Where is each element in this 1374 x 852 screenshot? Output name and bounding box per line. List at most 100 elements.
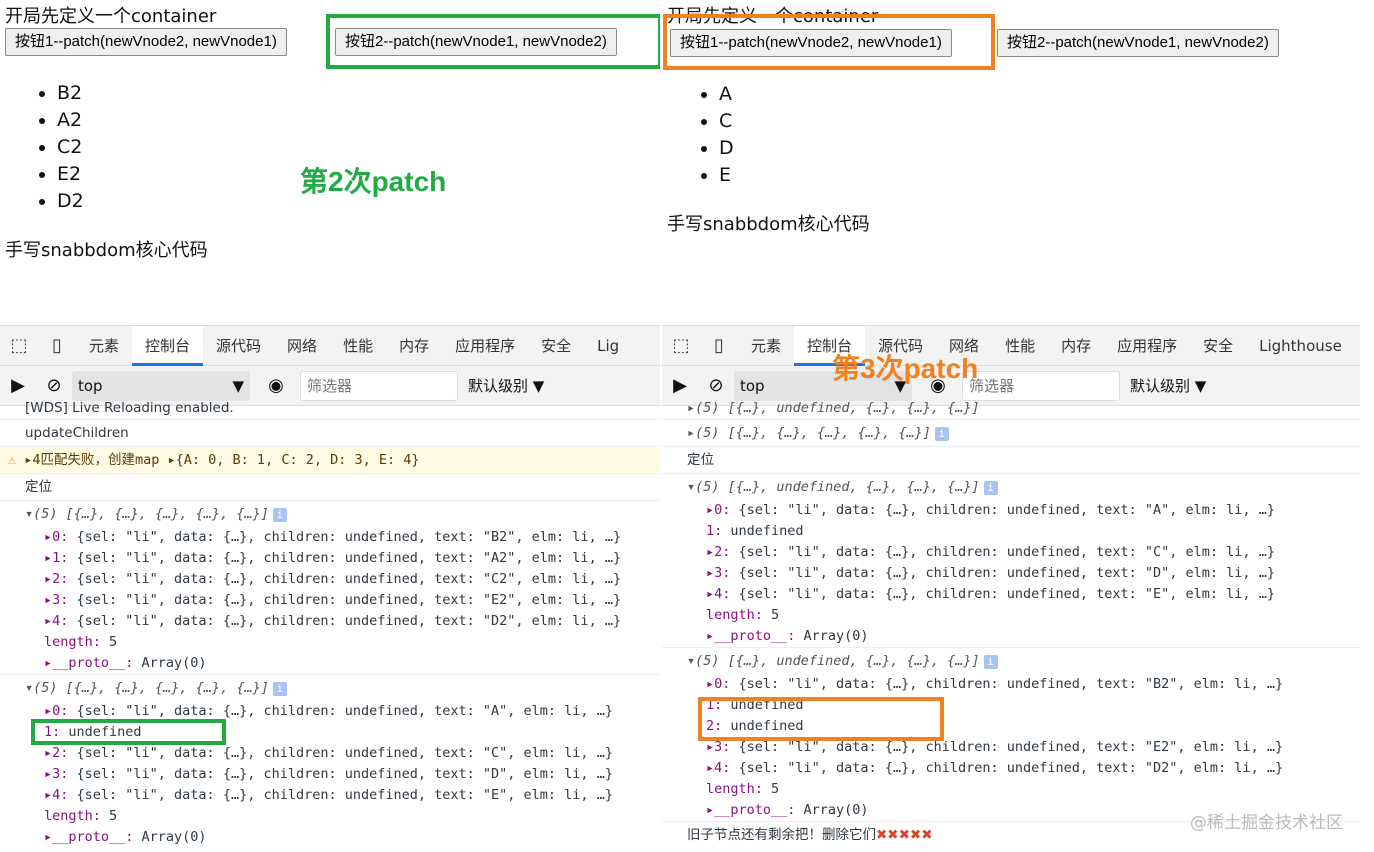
console-text: {sel: "li", data: {…}, children: undefin…: [68, 529, 622, 545]
console-row: length: 5: [662, 779, 1360, 800]
log-level-label: 默认级别: [1130, 377, 1191, 395]
console-row[interactable]: ▸3: {sel: "li", data: {…}, children: und…: [0, 764, 660, 785]
console-key: length:: [44, 634, 101, 650]
tab-0[interactable]: 元素: [76, 326, 132, 366]
info-icon: i: [983, 481, 998, 495]
chevron-down-icon: ▼: [232, 376, 244, 395]
console-text: 定位: [25, 479, 52, 495]
console-key: ▸4:: [706, 586, 731, 602]
console-row: [WDS] Live Reloading enabled.: [0, 398, 660, 419]
console-text: 旧子节点还有剩余把！删除它们: [687, 827, 876, 843]
console-row: length: 5: [0, 806, 660, 827]
watermark: @稀土掘金技术社区: [1190, 813, 1343, 833]
tab-7[interactable]: 安全: [528, 326, 584, 366]
warning-icon: ⚠: [8, 452, 25, 468]
console-row: updateChildren: [0, 419, 660, 446]
highlight-box: [326, 14, 660, 69]
console-row: ⚠ ▸4匹配失败，创建map ▸{A: 0, B: 1, C: 2, D: 3,…: [0, 446, 660, 473]
inspect-element-icon[interactable]: ⬚: [0, 335, 38, 356]
tab-6[interactable]: 应用程序: [1104, 326, 1190, 366]
console-text: Array(0): [133, 655, 207, 671]
console-text: 5: [762, 781, 780, 797]
page-footer-text: 手写snabbdom核心代码: [667, 214, 870, 235]
console-text: ▾(5) [{…}, {…}, {…}, {…}, {…}]: [25, 680, 269, 696]
clear-console-icon[interactable]: ⊘: [36, 375, 72, 396]
console-key: ▸3:: [44, 592, 69, 608]
console-row[interactable]: ▸4: {sel: "li", data: {…}, children: und…: [662, 758, 1360, 779]
console-key: ▸0:: [706, 676, 731, 692]
chevron-down-icon: ▼: [528, 377, 545, 395]
console-text: {sel: "li", data: {…}, children: undefin…: [730, 739, 1284, 755]
inspect-element-icon[interactable]: ⬚: [662, 335, 700, 356]
console-row[interactable]: ▸4: {sel: "li", data: {…}, children: und…: [0, 611, 660, 632]
info-icon: i: [983, 655, 998, 669]
console-row[interactable]: ▾(5) [{…}, {…}, {…}, {…}, {…}] i: [0, 674, 660, 701]
console-key: ▸4:: [706, 760, 731, 776]
tab-4[interactable]: 性能: [992, 326, 1048, 366]
console-key: ▸0:: [44, 703, 69, 719]
console-text: {sel: "li", data: {…}, children: undefin…: [68, 787, 613, 803]
console-row[interactable]: ▾(5) [{…}, {…}, {…}, {…}, {…}] i: [0, 500, 660, 527]
console-row[interactable]: ▸2: {sel: "li", data: {…}, children: und…: [0, 743, 660, 764]
sidebar-toggle-icon[interactable]: ▶: [662, 375, 698, 396]
console-row[interactable]: ▸4: {sel: "li", data: {…}, children: und…: [0, 785, 660, 806]
tab-2[interactable]: 源代码: [203, 326, 274, 366]
console-row[interactable]: ▸0: {sel: "li", data: {…}, children: und…: [0, 527, 660, 548]
clear-console-icon[interactable]: ⊘: [698, 375, 734, 396]
tab-5[interactable]: 内存: [1048, 326, 1104, 366]
console-key: ▸4:: [44, 787, 69, 803]
log-level-dropdown[interactable]: 默认级别 ▼: [468, 375, 544, 396]
console-row[interactable]: ▸__proto__: Array(0): [0, 653, 660, 674]
console-row[interactable]: ▸0: {sel: "li", data: {…}, children: und…: [662, 674, 1360, 695]
console-text: 5: [100, 634, 118, 650]
console-row[interactable]: ▸2: {sel: "li", data: {…}, children: und…: [0, 569, 660, 590]
console-row[interactable]: ▸0: {sel: "li", data: {…}, children: und…: [662, 500, 1360, 521]
console-row[interactable]: ▸__proto__: Array(0): [662, 626, 1360, 647]
context-selector[interactable]: top ▼: [72, 370, 250, 401]
button-1[interactable]: 按钮1--patch(newVnode2, newVnode1): [5, 28, 287, 56]
console-row[interactable]: ▸2: {sel: "li", data: {…}, children: und…: [662, 542, 1360, 563]
console-text: {sel: "li", data: {…}, children: undefin…: [68, 550, 622, 566]
tab-4[interactable]: 性能: [330, 326, 386, 366]
item-list: A C D E: [719, 81, 734, 189]
list-item: E2: [57, 161, 84, 188]
button-2[interactable]: 按钮2--patch(newVnode1, newVnode2): [997, 29, 1279, 57]
device-toolbar-icon[interactable]: ▯: [700, 335, 738, 356]
console-key: ▸2:: [44, 745, 69, 761]
console-text: {sel: "li", data: {…}, children: undefin…: [730, 565, 1275, 581]
console-row[interactable]: ▾(5) [{…}, undefined, {…}, {…}, {…}] i: [662, 647, 1360, 674]
console-row[interactable]: ▸4: {sel: "li", data: {…}, children: und…: [662, 584, 1360, 605]
console-key: ▸4:: [44, 613, 69, 629]
console-row[interactable]: ▸(5) [{…}, undefined, {…}, {…}, {…}]: [662, 398, 1360, 419]
console-key: ▸__proto__:: [44, 655, 134, 671]
console-row[interactable]: ▸(5) [{…}, {…}, {…}, {…}, {…}] i: [662, 419, 1360, 446]
tab-8[interactable]: Lig: [584, 326, 632, 366]
tab-5[interactable]: 内存: [386, 326, 442, 366]
tab-6[interactable]: 应用程序: [442, 326, 528, 366]
console-text: Array(0): [133, 829, 207, 845]
console-row[interactable]: ▸1: {sel: "li", data: {…}, children: und…: [0, 548, 660, 569]
console-text: {sel: "li", data: {…}, children: undefin…: [68, 571, 622, 587]
list-item: A: [719, 81, 734, 108]
filter-input[interactable]: 筛选器: [962, 370, 1120, 401]
console-row[interactable]: ▸3: {sel: "li", data: {…}, children: und…: [662, 563, 1360, 584]
page-heading: 开局先定义一个container: [5, 6, 217, 27]
device-toolbar-icon[interactable]: ▯: [38, 335, 76, 356]
console-row[interactable]: ▾(5) [{…}, undefined, {…}, {…}, {…}] i: [662, 473, 1360, 500]
console-row[interactable]: ▸3: {sel: "li", data: {…}, children: und…: [0, 590, 660, 611]
console-row: 定位: [662, 446, 1360, 473]
log-level-dropdown[interactable]: 默认级别 ▼: [1130, 375, 1206, 396]
tab-7[interactable]: 安全: [1190, 326, 1246, 366]
info-icon: i: [272, 508, 287, 522]
console-row[interactable]: ▸__proto__: Array(0): [0, 827, 660, 848]
console-text: ▸4匹配失败，创建map ▸{A: 0, B: 1, C: 2, D: 3, E…: [24, 452, 420, 468]
tab-8[interactable]: Lighthouse: [1246, 326, 1355, 366]
console-row: 定位: [0, 473, 660, 500]
tab-1[interactable]: 控制台: [132, 325, 204, 366]
sidebar-toggle-icon[interactable]: ▶: [0, 375, 36, 396]
tab-0[interactable]: 元素: [738, 326, 794, 366]
eye-icon[interactable]: ◉: [258, 375, 294, 396]
console-text: {sel: "li", data: {…}, children: undefin…: [68, 703, 613, 719]
tab-3[interactable]: 网络: [274, 326, 330, 366]
filter-input[interactable]: 筛选器: [300, 370, 458, 401]
